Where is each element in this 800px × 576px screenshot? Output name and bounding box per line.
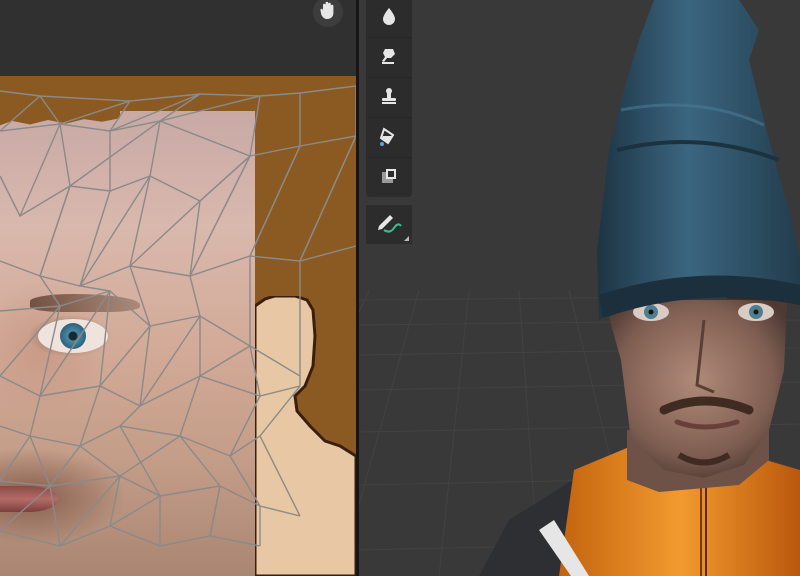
tool-shelf (366, 0, 412, 244)
smear-icon (379, 46, 399, 70)
uv-texture-canvas[interactable] (0, 76, 356, 576)
hand-pan-button[interactable] (313, 0, 343, 27)
clone-tool-button[interactable] (366, 78, 412, 118)
mask-tool-button[interactable] (366, 158, 412, 197)
annotate-tools (366, 205, 412, 244)
clone-stamp-icon (379, 86, 399, 110)
hand-pan-icon (319, 0, 337, 24)
texture-paint-tools (366, 0, 412, 197)
character-model (479, 0, 800, 576)
blur-drop-icon (379, 6, 399, 30)
mask-icon (379, 166, 399, 190)
blur-tool-button[interactable] (366, 0, 412, 38)
uv-editor-header (0, 0, 356, 76)
fill-bucket-icon (378, 125, 400, 151)
uv-editor-panel (0, 0, 356, 576)
fill-tool-button[interactable] (366, 118, 412, 158)
uv-mesh-overlay (0, 85, 356, 547)
smear-tool-button[interactable] (366, 38, 412, 78)
3d-viewport[interactable] (359, 0, 800, 576)
annotate-pencil-icon (376, 212, 402, 238)
annotate-tool-button[interactable] (366, 205, 412, 244)
tool-options-indicator (404, 236, 409, 241)
